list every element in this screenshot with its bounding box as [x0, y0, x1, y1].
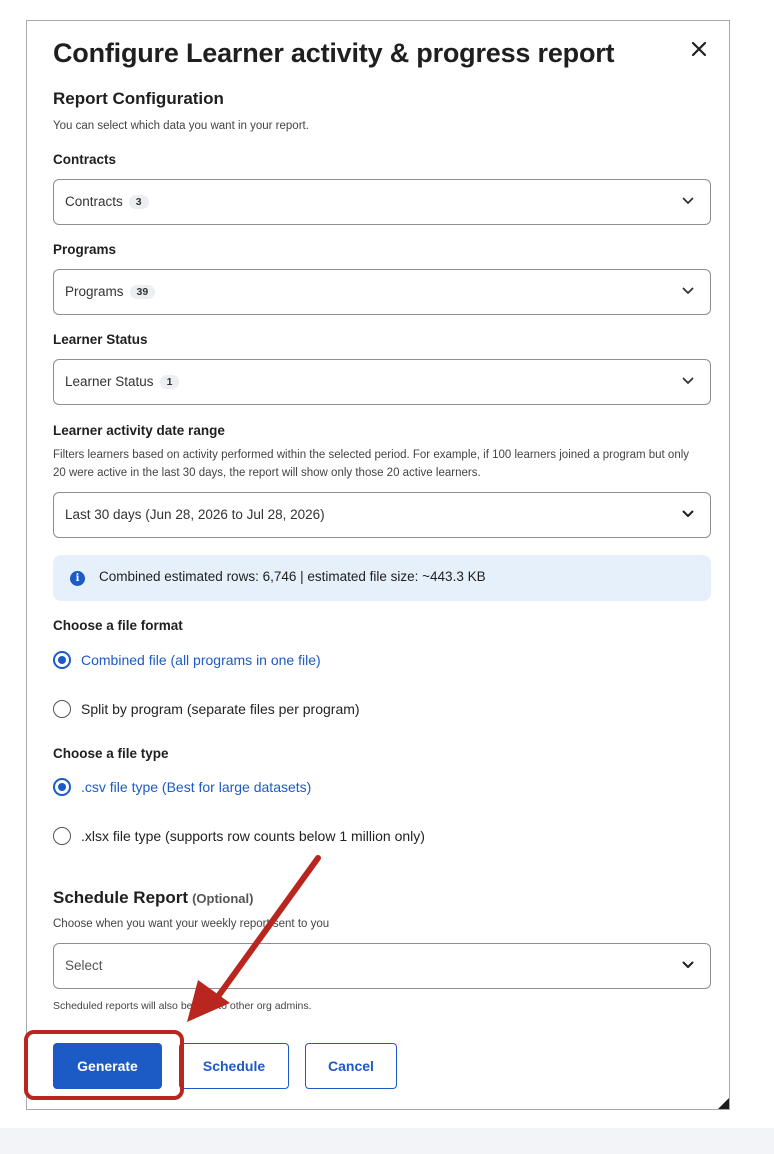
schedule-note: Scheduled reports will also be sent to o… — [53, 1000, 312, 1012]
contracts-select-value: Contracts — [65, 194, 123, 209]
generate-highlight-box — [24, 1030, 184, 1100]
programs-select-value: Programs — [65, 284, 124, 299]
chevron-down-icon — [682, 961, 694, 968]
optional-tag: (Optional) — [192, 891, 254, 906]
file-format-label: Choose a file format — [53, 618, 183, 633]
learner-status-select[interactable]: Learner Status 1 — [53, 359, 711, 405]
schedule-select-placeholder: Select — [65, 958, 103, 973]
chevron-down-icon — [682, 377, 694, 384]
schedule-button[interactable]: Schedule — [179, 1043, 289, 1089]
learner-status-count-badge: 1 — [159, 375, 180, 389]
report-config-help: You can select which data you want in yo… — [53, 120, 309, 132]
file-type-label: Choose a file type — [53, 746, 169, 761]
date-range-select-value: Last 30 days (Jun 28, 2026 to Jul 28, 20… — [65, 507, 325, 522]
radio-unselected-icon — [53, 700, 71, 718]
schedule-title-text: Schedule Report — [53, 888, 189, 907]
chevron-down-icon — [682, 287, 694, 294]
programs-label: Programs — [53, 242, 117, 257]
radio-unselected-icon — [53, 827, 71, 845]
estimate-info-banner: i Combined estimated rows: 6,746 | estim… — [53, 555, 711, 601]
info-icon: i — [70, 571, 85, 586]
schedule-help: Choose when you want your weekly report … — [53, 918, 330, 930]
date-range-label: Learner activity date range — [53, 423, 225, 438]
close-icon[interactable] — [687, 37, 711, 61]
learner-status-select-value: Learner Status — [65, 374, 154, 389]
contracts-select[interactable]: Contracts 3 — [53, 179, 711, 225]
contracts-count-badge: 3 — [128, 195, 149, 209]
contracts-label: Contracts — [53, 152, 117, 167]
modal-title: Configure Learner activity & progress re… — [53, 38, 615, 68]
page-backdrop — [0, 1128, 774, 1154]
section-title-report-config: Report Configuration — [53, 89, 224, 108]
radio-selected-icon — [53, 651, 71, 669]
cancel-button[interactable]: Cancel — [305, 1043, 397, 1089]
radio-label: .xlsx file type (supports row counts bel… — [81, 828, 425, 844]
date-range-select[interactable]: Last 30 days (Jun 28, 2026 to Jul 28, 20… — [53, 492, 711, 538]
programs-count-badge: 39 — [129, 285, 156, 299]
schedule-report-title: Schedule Report (Optional) — [53, 888, 253, 908]
schedule-select[interactable]: Select — [53, 943, 711, 989]
chevron-down-icon — [682, 197, 694, 204]
date-range-help: Filters learners based on activity perfo… — [53, 449, 690, 479]
radio-label: Split by program (separate files per pro… — [81, 701, 360, 717]
radio-selected-icon — [53, 778, 71, 796]
learner-status-label: Learner Status — [53, 332, 148, 347]
radio-label: .csv file type (Best for large datasets) — [81, 779, 312, 795]
chevron-down-icon — [682, 510, 694, 517]
report-config-modal: Configure Learner activity & progress re… — [26, 20, 730, 1110]
programs-select[interactable]: Programs 39 — [53, 269, 711, 315]
estimate-info-text: Combined estimated rows: 6,746 | estimat… — [99, 569, 486, 584]
resize-handle[interactable] — [718, 1098, 729, 1109]
radio-label: Combined file (all programs in one file) — [81, 652, 321, 668]
